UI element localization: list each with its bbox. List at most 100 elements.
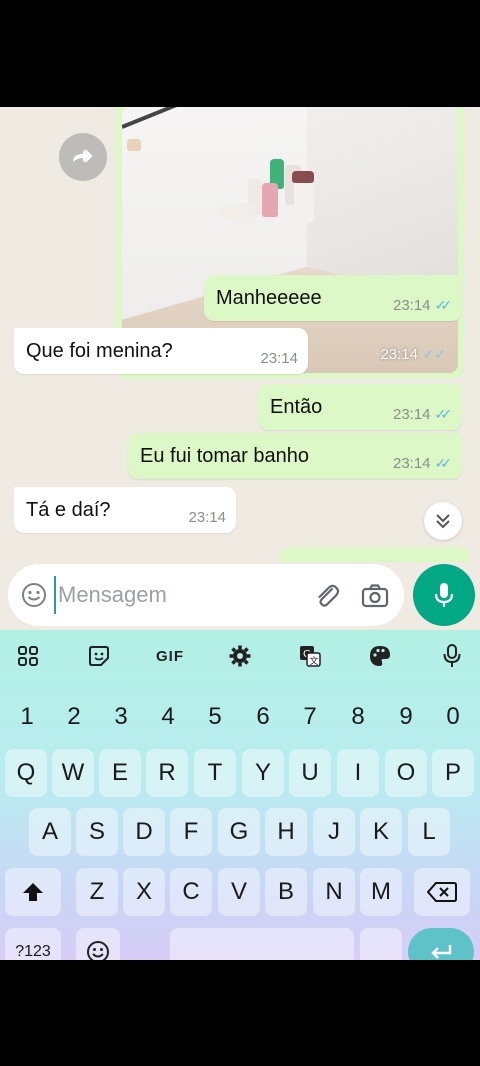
key-m[interactable]: M — [360, 868, 402, 916]
key-f[interactable]: F — [170, 808, 212, 856]
message-text: Então — [270, 395, 323, 418]
key-e[interactable]: E — [99, 749, 141, 797]
palette-icon[interactable] — [362, 638, 398, 674]
key-3[interactable]: 3 — [100, 693, 142, 741]
message-bubble-in[interactable]: Que foi menina? 23:14 — [14, 328, 308, 374]
message-input[interactable] — [54, 576, 294, 614]
settings-icon[interactable] — [222, 638, 258, 674]
attachment-icon[interactable] — [312, 581, 342, 611]
translate-icon[interactable]: G文 — [292, 638, 328, 674]
key-i[interactable]: I — [337, 749, 379, 797]
chat-area[interactable]: 23:14 ✓✓ Manheeeee 23:14 ✓✓ Que foi meni… — [0, 107, 480, 562]
message-text: Tá e daí? — [26, 498, 111, 521]
key-4[interactable]: 4 — [147, 693, 189, 741]
read-ticks-icon: ✓✓ — [422, 346, 446, 362]
message-bubble-out[interactable]: Então 23:14 ✓✓ — [258, 384, 462, 430]
apps-icon[interactable] — [10, 638, 46, 674]
keyboard-row-4: ?123 — [0, 928, 480, 960]
key-o[interactable]: O — [385, 749, 427, 797]
key-0[interactable]: 0 — [432, 693, 474, 741]
message-text: Que foi menina? — [26, 339, 173, 362]
message-input-bar — [0, 562, 480, 630]
period-key[interactable] — [360, 928, 402, 960]
message-meta: 23:14 ✓✓ — [393, 406, 452, 423]
emoji-icon — [87, 941, 109, 960]
emoji-icon[interactable] — [20, 581, 48, 609]
key-k[interactable]: K — [360, 808, 402, 856]
key-n[interactable]: N — [313, 868, 355, 916]
keyboard-row-2: A S D F G H J K L — [0, 808, 480, 856]
keyboard-row-3: Z X C V B N M — [0, 868, 480, 916]
read-ticks-icon: ✓✓ — [434, 297, 453, 313]
key-1[interactable]: 1 — [6, 693, 48, 741]
svg-text:文: 文 — [310, 655, 319, 667]
message-text: Eu fui tomar banho — [140, 444, 309, 467]
camera-icon[interactable] — [360, 581, 390, 611]
key-5[interactable]: 5 — [194, 693, 236, 741]
key-l[interactable]: L — [408, 808, 450, 856]
key-2[interactable]: 2 — [53, 693, 95, 741]
key-d[interactable]: D — [123, 808, 165, 856]
backspace-key[interactable] — [414, 868, 470, 916]
forward-button[interactable] — [59, 133, 107, 181]
message-meta: 23:14 ✓✓ — [393, 297, 452, 314]
photo-bottle — [262, 183, 278, 217]
key-t[interactable]: T — [194, 749, 236, 797]
message-time: 23:14 — [392, 455, 431, 472]
sticker-icon[interactable] — [81, 638, 117, 674]
read-ticks-icon: ✓✓ — [434, 406, 453, 422]
mic-icon — [434, 583, 454, 607]
forward-icon — [73, 149, 93, 163]
key-r[interactable]: R — [146, 749, 188, 797]
message-input-pill[interactable] — [8, 564, 404, 626]
key-p[interactable]: P — [432, 749, 474, 797]
scroll-to-bottom-button[interactable] — [424, 502, 462, 540]
read-ticks-icon: ✓✓ — [434, 455, 453, 471]
photo-bottle — [292, 171, 314, 183]
emoji-key[interactable] — [76, 928, 120, 960]
symbols-key[interactable]: ?123 — [5, 928, 61, 960]
key-c[interactable]: C — [170, 868, 212, 916]
key-6[interactable]: 6 — [242, 693, 284, 741]
shift-icon — [23, 883, 43, 901]
message-bubble-out[interactable]: Eu fui tomar banho 23:14 ✓✓ — [128, 433, 462, 479]
key-v[interactable]: V — [218, 868, 260, 916]
message-bubble-out[interactable]: Manheeeee 23:14 ✓✓ — [204, 275, 462, 321]
message-bubble-partial[interactable] — [280, 547, 470, 562]
key-9[interactable]: 9 — [385, 693, 427, 741]
key-z[interactable]: Z — [76, 868, 118, 916]
message-time: 23:14 — [392, 297, 431, 314]
key-u[interactable]: U — [289, 749, 331, 797]
key-a[interactable]: A — [29, 808, 71, 856]
space-key[interactable] — [170, 928, 354, 960]
message-time: 23:14 — [380, 346, 418, 363]
photo-bottle — [220, 207, 240, 219]
key-j[interactable]: J — [313, 808, 355, 856]
message-meta: 23:14 — [188, 509, 226, 526]
enter-key[interactable] — [408, 928, 474, 960]
key-w[interactable]: W — [52, 749, 94, 797]
key-8[interactable]: 8 — [337, 693, 379, 741]
enter-icon — [431, 945, 452, 959]
key-7[interactable]: 7 — [289, 693, 331, 741]
key-b[interactable]: B — [265, 868, 307, 916]
message-bubble-in[interactable]: Tá e daí? 23:14 — [14, 487, 236, 533]
key-y[interactable]: Y — [242, 749, 284, 797]
keyboard-toolbar: GIF G文 — [0, 638, 480, 676]
key-g[interactable]: G — [218, 808, 260, 856]
key-q[interactable]: Q — [5, 749, 47, 797]
message-meta: 23:14 — [260, 350, 298, 367]
message-time: 23:14 — [188, 509, 226, 526]
gif-button[interactable]: GIF — [150, 638, 190, 674]
key-x[interactable]: X — [123, 868, 165, 916]
message-text: Manheeeee — [216, 286, 322, 309]
message-meta: 23:14 ✓✓ — [393, 455, 452, 472]
keyboard-row-1: Q W E R T Y U I O P — [0, 749, 480, 797]
voice-message-button[interactable] — [413, 564, 475, 626]
on-screen-keyboard: GIF G文 1 2 3 4 5 6 7 8 9 0 — [0, 630, 480, 960]
shift-key[interactable] — [5, 868, 61, 916]
key-s[interactable]: S — [76, 808, 118, 856]
mic-icon[interactable] — [434, 638, 470, 674]
double-chevron-down-icon — [436, 514, 450, 529]
key-h[interactable]: H — [265, 808, 307, 856]
